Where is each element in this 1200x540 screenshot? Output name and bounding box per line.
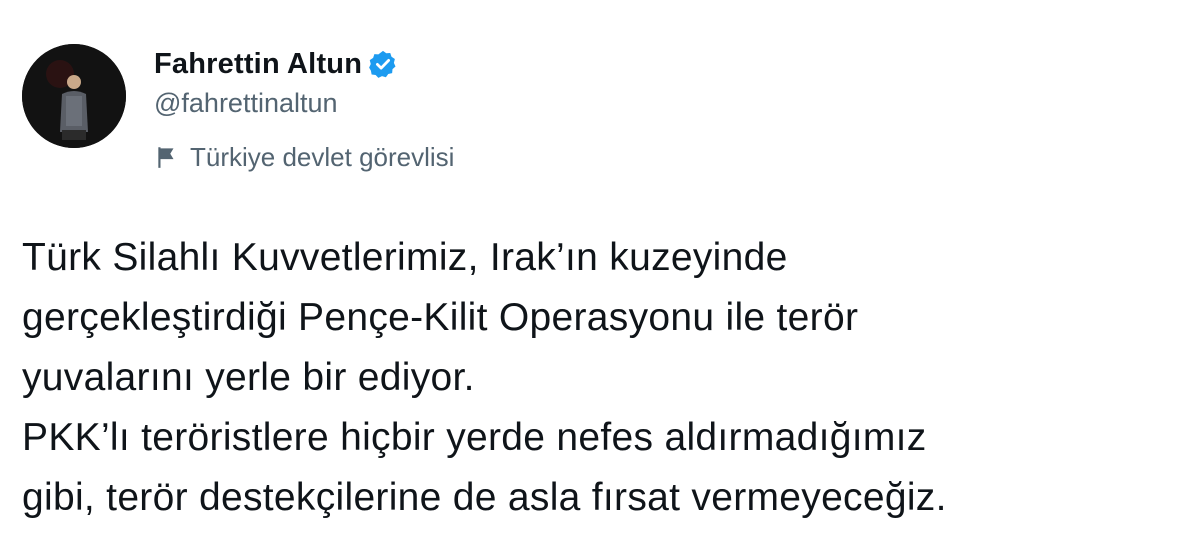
tweet-text-line: Türk Silahlı Kuvvetlerimiz, Irak’ın kuze… bbox=[22, 236, 788, 279]
tweet-text: Türk Silahlı Kuvvetlerimiz, Irak’ın kuze… bbox=[22, 228, 1182, 528]
profile-photo-icon bbox=[22, 44, 126, 148]
author-handle[interactable]: @fahrettinaltun bbox=[154, 88, 338, 119]
tweet-card: Fahrettin Altun @fahrettinaltun Türkiye … bbox=[0, 0, 1200, 540]
tweet-text-line: gibi, terör destekçilerine de asla fırsa… bbox=[22, 476, 947, 519]
avatar[interactable] bbox=[22, 44, 126, 148]
tweet-text-line: yuvalarını yerle bir ediyor. bbox=[22, 356, 475, 399]
government-label[interactable]: Türkiye devlet görevlisi bbox=[154, 140, 454, 174]
flag-icon bbox=[154, 144, 180, 170]
tweet-text-line: PKK’lı teröristlere hiçbir yerde nefes a… bbox=[22, 416, 927, 459]
tweet-text-line: gerçekleştirdiği Pençe-Kilit Operasyonu … bbox=[22, 296, 859, 339]
author-name-row: Fahrettin Altun bbox=[154, 44, 398, 84]
verified-badge-icon bbox=[368, 49, 398, 79]
author-display-name[interactable]: Fahrettin Altun bbox=[154, 48, 362, 81]
government-label-text: Türkiye devlet görevlisi bbox=[190, 141, 455, 172]
